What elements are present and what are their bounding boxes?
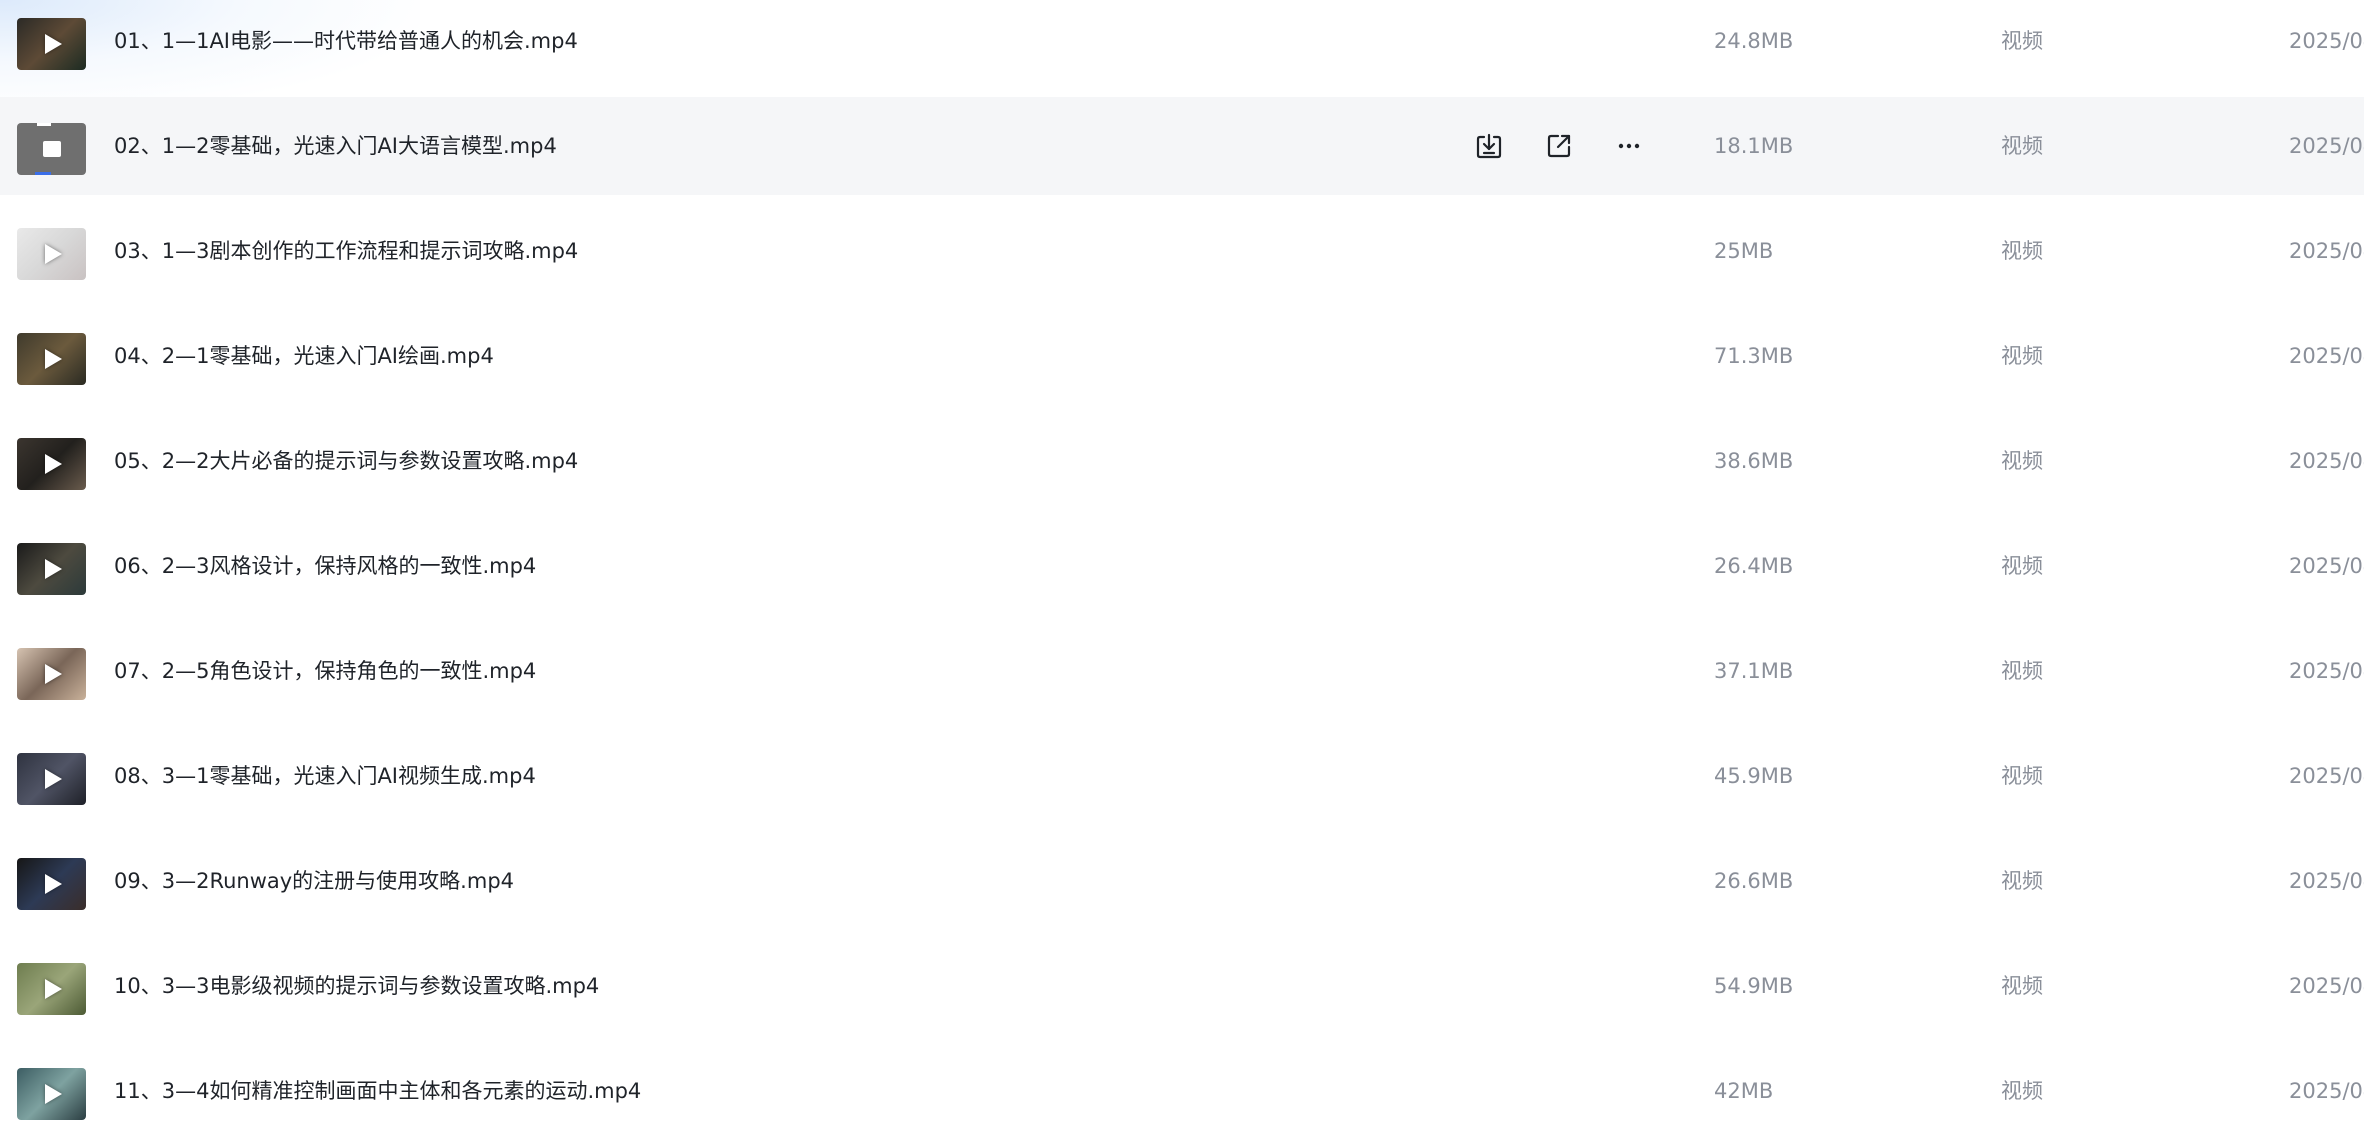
file-type: 视频: [2001, 659, 2043, 683]
file-size: 71.3MB: [1714, 344, 1794, 368]
file-row[interactable]: 03、1—3剧本创作的工作流程和提示词攻略.mp4 25MB 视频 2025/04: [0, 202, 2364, 300]
file-date: 2025/04: [2289, 239, 2364, 263]
file-size: 18.1MB: [1714, 134, 1794, 158]
file-name[interactable]: 07、2—5角色设计，保持角色的一致性.mp4: [114, 656, 536, 686]
file-type: 视频: [2001, 1079, 2043, 1103]
video-thumbnail[interactable]: [17, 1068, 86, 1120]
video-thumbnail[interactable]: [17, 753, 86, 805]
file-date: 2025/04: [2289, 1079, 2364, 1103]
file-date: 2025/04: [2289, 659, 2364, 683]
file-row[interactable]: 04、2—1零基础，光速入门AI绘画.mp4 71.3MB 视频 2025/04: [0, 307, 2364, 405]
share-button[interactable]: [1539, 126, 1579, 166]
file-name[interactable]: 09、3—2Runway的注册与使用攻略.mp4: [114, 866, 514, 896]
file-row[interactable]: 07、2—5角色设计，保持角色的一致性.mp4 37.1MB 视频 2025/04: [0, 622, 2364, 720]
video-thumbnail[interactable]: [17, 18, 86, 70]
video-thumbnail[interactable]: [17, 648, 86, 700]
play-icon: [44, 1084, 62, 1104]
download-icon: [1476, 133, 1502, 159]
video-thumbnail[interactable]: [17, 438, 86, 490]
file-size: 42MB: [1714, 1079, 1774, 1103]
more-button[interactable]: [1609, 126, 1649, 166]
file-size: 26.4MB: [1714, 554, 1794, 578]
file-date: 2025/04: [2289, 554, 2364, 578]
file-date: 2025/04: [2289, 764, 2364, 788]
download-button[interactable]: [1469, 126, 1509, 166]
file-name[interactable]: 02、1—2零基础，光速入门AI大语言模型.mp4: [114, 131, 557, 161]
file-size: 54.9MB: [1714, 974, 1794, 998]
file-row[interactable]: 08、3—1零基础，光速入门AI视频生成.mp4 45.9MB 视频 2025/04: [0, 727, 2364, 825]
file-row[interactable]: 10、3—3电影级视频的提示词与参数设置攻略.mp4 54.9MB 视频 2025/0…: [0, 937, 2364, 1035]
file-date: 2025/04: [2289, 134, 2364, 158]
thumbnail-progress: [35, 172, 51, 175]
file-name[interactable]: 08、3—1零基础，光速入门AI视频生成.mp4: [114, 761, 536, 791]
file-type: 视频: [2001, 239, 2043, 263]
video-thumbnail[interactable]: [17, 228, 86, 280]
play-icon: [44, 34, 62, 54]
file-row[interactable]: 09、3—2Runway的注册与使用攻略.mp4 26.6MB 视频 2025/04: [0, 832, 2364, 930]
play-icon: [44, 454, 62, 474]
file-type: 视频: [2001, 869, 2043, 893]
file-row[interactable]: 05、2—2大片必备的提示词与参数设置攻略.mp4 38.6MB 视频 2025/04: [0, 412, 2364, 510]
video-thumbnail[interactable]: [17, 123, 86, 175]
play-icon: [44, 349, 62, 369]
thumbnail-bar: [37, 123, 51, 126]
play-icon: [44, 244, 62, 264]
share-icon: [1547, 134, 1571, 158]
file-size: 25MB: [1714, 239, 1774, 263]
video-thumbnail[interactable]: [17, 333, 86, 385]
play-icon: [44, 874, 62, 894]
play-icon: [44, 664, 62, 684]
file-name[interactable]: 10、3—3电影级视频的提示词与参数设置攻略.mp4: [114, 971, 599, 1001]
file-name[interactable]: 11、3—4如何精准控制画面中主体和各元素的运动.mp4: [114, 1076, 641, 1106]
file-type: 视频: [2001, 554, 2043, 578]
file-name[interactable]: 01、1—1AI电影——时代带给普通人的机会.mp4: [114, 26, 578, 56]
file-row[interactable]: 01、1—1AI电影——时代带给普通人的机会.mp4 24.8MB 视频 2025/0…: [0, 0, 2364, 90]
video-thumbnail[interactable]: [17, 963, 86, 1015]
play-icon: [44, 559, 62, 579]
file-type: 视频: [2001, 134, 2043, 158]
play-icon: [44, 979, 62, 999]
file-row[interactable]: 06、2—3风格设计，保持风格的一致性.mp4 26.4MB 视频 2025/04: [0, 517, 2364, 615]
file-type: 视频: [2001, 764, 2043, 788]
file-date: 2025/04: [2289, 974, 2364, 998]
file-size: 24.8MB: [1714, 29, 1794, 53]
more-icon: [1618, 143, 1640, 149]
file-type: 视频: [2001, 974, 2043, 998]
file-size: 38.6MB: [1714, 449, 1794, 473]
file-row[interactable]: 11、3—4如何精准控制画面中主体和各元素的运动.mp4 42MB 视频 2025/0…: [0, 1042, 2364, 1135]
file-size: 45.9MB: [1714, 764, 1794, 788]
file-size: 37.1MB: [1714, 659, 1794, 683]
file-name[interactable]: 06、2—3风格设计，保持风格的一致性.mp4: [114, 551, 536, 581]
file-row[interactable]: 02、1—2零基础，光速入门AI大语言模型.mp4 18.1MB 视频 2025/04: [0, 97, 2364, 195]
file-date: 2025/04: [2289, 29, 2364, 53]
file-name[interactable]: 05、2—2大片必备的提示词与参数设置攻略.mp4: [114, 446, 578, 476]
file-size: 26.6MB: [1714, 869, 1794, 893]
file-date: 2025/04: [2289, 449, 2364, 473]
file-list: 01、1—1AI电影——时代带给普通人的机会.mp4 24.8MB 视频 2025/0…: [0, 0, 2364, 1135]
file-type: 视频: [2001, 344, 2043, 368]
file-name[interactable]: 03、1—3剧本创作的工作流程和提示词攻略.mp4: [114, 236, 578, 266]
video-thumbnail[interactable]: [17, 858, 86, 910]
video-thumbnail[interactable]: [17, 543, 86, 595]
play-icon: [44, 769, 62, 789]
file-browser: 01、1—1AI电影——时代带给普通人的机会.mp4 24.8MB 视频 2025/0…: [0, 0, 2364, 1135]
file-date: 2025/04: [2289, 869, 2364, 893]
file-date: 2025/04: [2289, 344, 2364, 368]
file-type: 视频: [2001, 29, 2043, 53]
file-type: 视频: [2001, 449, 2043, 473]
video-file-icon: [42, 141, 61, 157]
file-name[interactable]: 04、2—1零基础，光速入门AI绘画.mp4: [114, 341, 494, 371]
